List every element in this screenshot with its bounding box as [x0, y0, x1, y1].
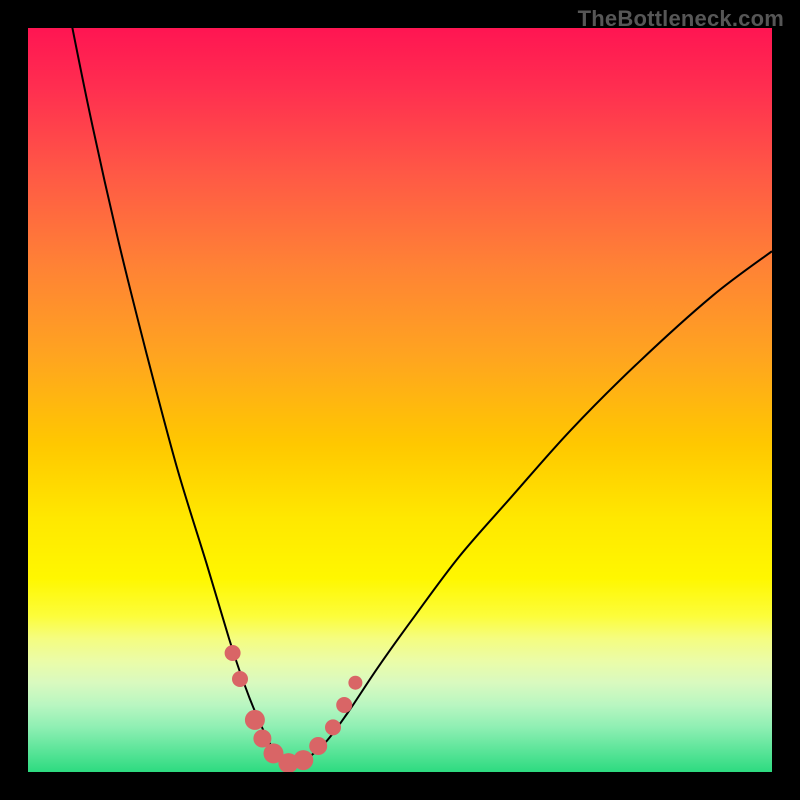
curve-marker: [336, 697, 352, 713]
curve-marker: [245, 710, 265, 730]
curve-marker: [309, 737, 327, 755]
chart-outer-frame: TheBottleneck.com: [0, 0, 800, 800]
curve-marker: [293, 750, 313, 770]
marker-group: [225, 645, 363, 772]
curve-marker: [232, 671, 248, 687]
chart-svg: [28, 28, 772, 772]
curve-marker: [348, 676, 362, 690]
bottleneck-curve-line: [28, 28, 772, 765]
plot-area: [28, 28, 772, 772]
watermark-text: TheBottleneck.com: [578, 6, 784, 32]
curve-marker: [325, 719, 341, 735]
curve-marker: [225, 645, 241, 661]
